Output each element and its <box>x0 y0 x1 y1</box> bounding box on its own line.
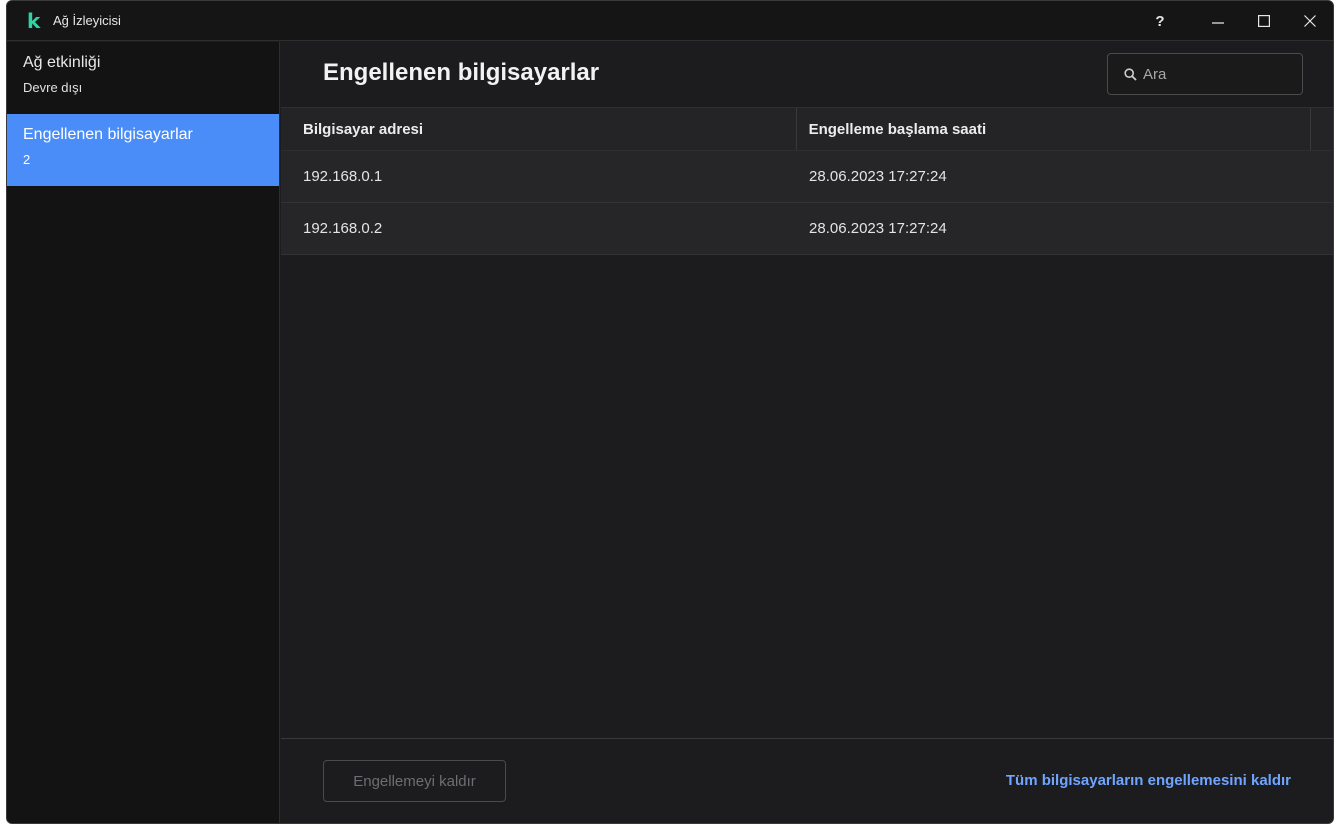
table-header: Bilgisayar adresi Engelleme başlama saat… <box>281 107 1333 151</box>
column-header-block-start[interactable]: Engelleme başlama saati <box>795 108 1310 150</box>
close-button[interactable] <box>1287 1 1333 41</box>
minimize-icon <box>1212 22 1224 24</box>
column-header-address[interactable]: Bilgisayar adresi <box>281 108 796 150</box>
main-panel: Engellenen bilgisayarlar Bilgisayar adre… <box>281 42 1333 823</box>
table-row[interactable]: 192.168.0.1 28.06.2023 17:27:24 <box>281 151 1333 203</box>
page-title: Engellenen bilgisayarlar <box>323 59 600 86</box>
cell-block-start: 28.06.2023 17:27:24 <box>809 168 947 185</box>
search-box[interactable] <box>1107 53 1303 95</box>
search-input[interactable] <box>1143 65 1283 83</box>
main-header: Engellenen bilgisayarlar <box>281 42 1333 107</box>
cell-empty <box>1311 151 1333 202</box>
table-row[interactable]: 192.168.0.2 28.06.2023 17:27:24 <box>281 203 1333 255</box>
maximize-icon <box>1258 15 1270 27</box>
app-window: k Ağ İzleyicisi ? Ağ etkinliği Devre dış… <box>6 0 1334 824</box>
cell-empty <box>1311 203 1333 254</box>
sidebar-item-label: Ağ etkinliği <box>23 54 101 71</box>
sidebar-item-label: Engellenen bilgisayarlar <box>23 126 193 143</box>
column-header-empty <box>1310 108 1333 150</box>
footer: Engellemeyi kaldır Tüm bilgisayarların e… <box>281 738 1333 823</box>
blocked-computers-table: Bilgisayar adresi Engelleme başlama saat… <box>281 107 1333 255</box>
unblock-button[interactable]: Engellemeyi kaldır <box>323 760 506 802</box>
window-title: Ağ İzleyicisi <box>53 13 121 28</box>
search-icon <box>1124 67 1137 81</box>
cell-address: 192.168.0.2 <box>303 220 383 237</box>
window-controls: ? <box>1137 1 1333 41</box>
kaspersky-logo-icon: k <box>27 8 41 33</box>
close-icon <box>1304 15 1316 27</box>
cell-address: 192.168.0.1 <box>303 168 383 185</box>
sidebar-item-blocked-computers[interactable]: Engellenen bilgisayarlar 2 <box>7 114 279 186</box>
help-button[interactable]: ? <box>1137 1 1183 41</box>
sidebar-item-status: Devre dışı <box>23 80 83 95</box>
title-bar: k Ağ İzleyicisi ? <box>7 1 1333 41</box>
unblock-all-link[interactable]: Tüm bilgisayarların engellemesini kaldır <box>1006 772 1291 789</box>
maximize-button[interactable] <box>1241 1 1287 41</box>
sidebar-item-network-activity[interactable]: Ağ etkinliği Devre dışı <box>7 42 279 114</box>
cell-block-start: 28.06.2023 17:27:24 <box>809 220 947 237</box>
sidebar-item-count: 2 <box>23 152 31 167</box>
sidebar: Ağ etkinliği Devre dışı Engellenen bilgi… <box>7 42 280 823</box>
minimize-button[interactable] <box>1195 1 1241 41</box>
